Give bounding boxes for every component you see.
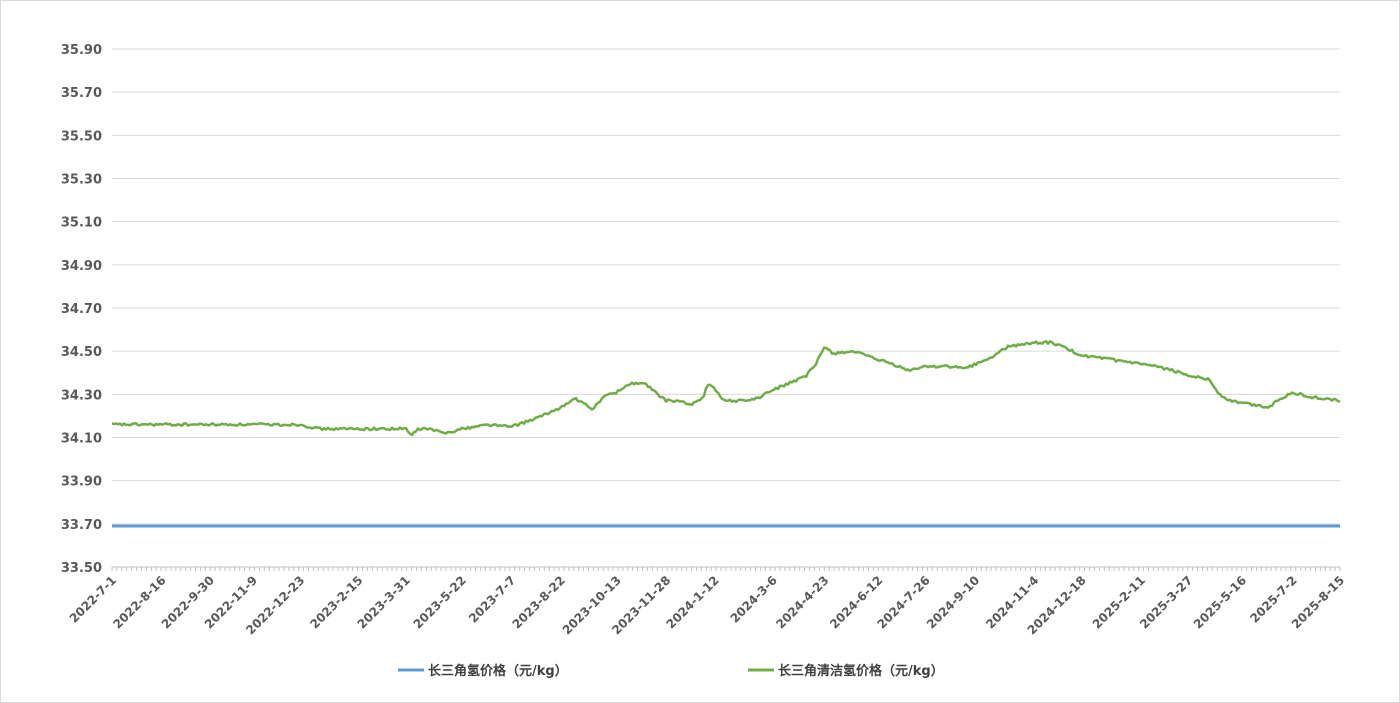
series-line bbox=[111, 340, 1341, 437]
x-tick-label: 2022-7-1 bbox=[67, 573, 119, 625]
y-axis-ticks: 33.50 33.70 33.90 34.10 34.30 34.50 34.70 34.90… bbox=[61, 43, 102, 576]
y-tick-label: 33.70 bbox=[61, 518, 102, 533]
x-tick-label: 2024-3-6 bbox=[728, 573, 780, 625]
y-tick-label: 33.90 bbox=[61, 475, 102, 490]
y-tick-label: 35.10 bbox=[61, 216, 102, 231]
gridlines bbox=[112, 48, 1340, 568]
x-tick-label: 2023-5-22 bbox=[411, 573, 469, 631]
y-tick-label: 34.50 bbox=[61, 345, 102, 360]
series-lines bbox=[111, 340, 1341, 528]
x-tick-label: 2023-7-7 bbox=[466, 573, 518, 625]
y-tick-label: 35.50 bbox=[61, 129, 102, 144]
legend-label: 长三角氢价格（元/kg） bbox=[428, 663, 568, 679]
y-tick-label: 34.90 bbox=[61, 259, 102, 274]
x-tick-label: 2023-8-22 bbox=[510, 573, 568, 631]
x-axis-ticks: 2022-7-12022-8-162022-9-302022-11-92022-… bbox=[67, 573, 1347, 637]
y-tick-label: 34.70 bbox=[61, 302, 102, 317]
legend-label: 长三角清洁氢价格（元/kg） bbox=[778, 663, 944, 679]
legend: 长三角氢价格（元/kg） 长三角清洁氢价格（元/kg） bbox=[398, 663, 944, 679]
x-tick-label: 2024-9-10 bbox=[924, 573, 982, 631]
y-tick-label: 35.90 bbox=[61, 43, 102, 58]
y-tick-label: 34.30 bbox=[61, 388, 102, 403]
y-tick-label: 35.70 bbox=[61, 86, 102, 101]
y-tick-label: 33.50 bbox=[61, 561, 102, 576]
line-chart: 33.50 33.70 33.90 34.10 34.30 34.50 34.70 34.90… bbox=[61, 43, 1347, 679]
x-tick-label: 2024-4-23 bbox=[773, 573, 831, 631]
x-tick-label: 2025-5-16 bbox=[1191, 573, 1249, 631]
x-axis bbox=[111, 566, 1341, 571]
y-tick-label: 34.10 bbox=[61, 432, 102, 447]
x-tick-label: 2024-1-12 bbox=[664, 573, 722, 631]
y-tick-label: 35.30 bbox=[61, 173, 102, 188]
